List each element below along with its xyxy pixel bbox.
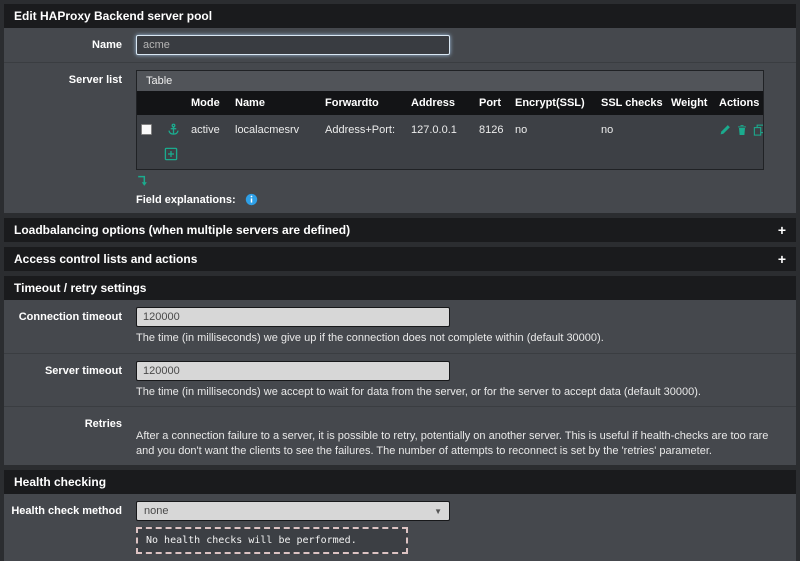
column-header-weight: Weight xyxy=(667,91,715,115)
section-timeout-title: Timeout / retry settings xyxy=(14,281,146,295)
cell-forwardto: Address+Port: xyxy=(321,115,407,144)
column-header-select xyxy=(137,91,163,115)
select-value: none xyxy=(144,505,168,517)
server-table-title: Table xyxy=(137,71,763,91)
haproxy-backend-edit-page: Edit HAProxy Backend server pool Name Se… xyxy=(0,0,800,542)
name-input[interactable] xyxy=(136,35,450,55)
health-section-body: Health check method none ▼ No health che… xyxy=(4,494,796,561)
health-check-method-label: Health check method xyxy=(4,501,136,517)
retries-label: Retries xyxy=(4,414,136,430)
cell-encrypt-ssl: no xyxy=(511,115,597,144)
column-header-encrypt-ssl: Encrypt(SSL) xyxy=(511,91,597,115)
retries-row: Retries After a connection failure to a … xyxy=(4,407,796,465)
cell-port: 8126 xyxy=(475,115,511,144)
cell-ssl-checks: no xyxy=(597,115,667,144)
name-label: Name xyxy=(4,35,136,51)
cell-mode: active xyxy=(187,115,231,144)
server-timeout-help: The time (in milliseconds) we accept to … xyxy=(136,385,786,400)
server-timeout-label: Server timeout xyxy=(4,361,136,377)
row-checkbox[interactable] xyxy=(141,124,152,135)
server-table: Mode Name Forwardto Address Port Encrypt… xyxy=(137,91,763,144)
section-acl[interactable]: Access control lists and actions + xyxy=(4,247,796,271)
panel-title: Edit HAProxy Backend server pool xyxy=(14,9,212,23)
level-down-icon[interactable] xyxy=(136,174,150,188)
server-list-label: Server list xyxy=(4,70,136,86)
server-row: active localacmesrv Address+Port: 127.0.… xyxy=(137,115,763,144)
column-header-ssl-checks: SSL checks xyxy=(597,91,667,115)
add-server-icon[interactable] xyxy=(164,147,178,161)
health-check-method-select[interactable]: none ▼ xyxy=(136,501,450,521)
connection-timeout-input[interactable] xyxy=(136,307,450,327)
server-table-header-row: Mode Name Forwardto Address Port Encrypt… xyxy=(137,91,763,115)
timeout-section-body: Connection timeout The time (in millisec… xyxy=(4,300,796,465)
connection-timeout-row: Connection timeout The time (in millisec… xyxy=(4,300,796,354)
info-icon[interactable] xyxy=(245,193,258,206)
column-header-mode: Mode xyxy=(187,91,231,115)
name-row: Name xyxy=(4,28,796,63)
edit-icon[interactable] xyxy=(719,124,731,136)
section-loadbalancing-title: Loadbalancing options (when multiple ser… xyxy=(14,223,350,237)
health-check-method-row: Health check method none ▼ No health che… xyxy=(4,494,796,561)
copy-icon[interactable] xyxy=(753,124,763,136)
expand-icon[interactable]: + xyxy=(778,254,786,264)
column-header-drag xyxy=(163,91,187,115)
health-notice: No health checks will be performed. xyxy=(136,527,408,554)
column-header-name: Name xyxy=(231,91,321,115)
section-loadbalancing[interactable]: Loadbalancing options (when multiple ser… xyxy=(4,218,796,242)
column-header-forwardto: Forwardto xyxy=(321,91,407,115)
column-header-address: Address xyxy=(407,91,475,115)
delete-icon[interactable] xyxy=(736,124,748,136)
section-timeout-header[interactable]: Timeout / retry settings xyxy=(4,276,796,300)
server-table-panel: Table Mode Name xyxy=(136,70,764,170)
edit-panel-body: Name Server list Table xyxy=(4,28,796,213)
connection-timeout-help: The time (in milliseconds) we give up if… xyxy=(136,331,786,346)
server-list-row: Server list Table xyxy=(4,63,796,213)
cell-name: localacmesrv xyxy=(231,115,321,144)
connection-timeout-label: Connection timeout xyxy=(4,307,136,323)
server-timeout-row: Server timeout The time (in milliseconds… xyxy=(4,354,796,408)
cell-weight xyxy=(667,115,715,144)
column-header-actions: Actions xyxy=(715,91,763,115)
column-header-port: Port xyxy=(475,91,511,115)
section-health-header[interactable]: Health checking xyxy=(4,470,796,494)
retries-help: After a connection failure to a server, … xyxy=(136,429,786,458)
field-explanations-label: Field explanations: xyxy=(136,194,236,206)
chevron-down-icon: ▼ xyxy=(434,507,442,516)
anchor-icon xyxy=(167,123,180,136)
panel-header: Edit HAProxy Backend server pool xyxy=(4,4,796,28)
section-acl-title: Access control lists and actions xyxy=(14,252,197,266)
expand-icon[interactable]: + xyxy=(778,225,786,235)
section-health-title: Health checking xyxy=(14,475,106,489)
cell-address: 127.0.0.1 xyxy=(407,115,475,144)
server-timeout-input[interactable] xyxy=(136,361,450,381)
